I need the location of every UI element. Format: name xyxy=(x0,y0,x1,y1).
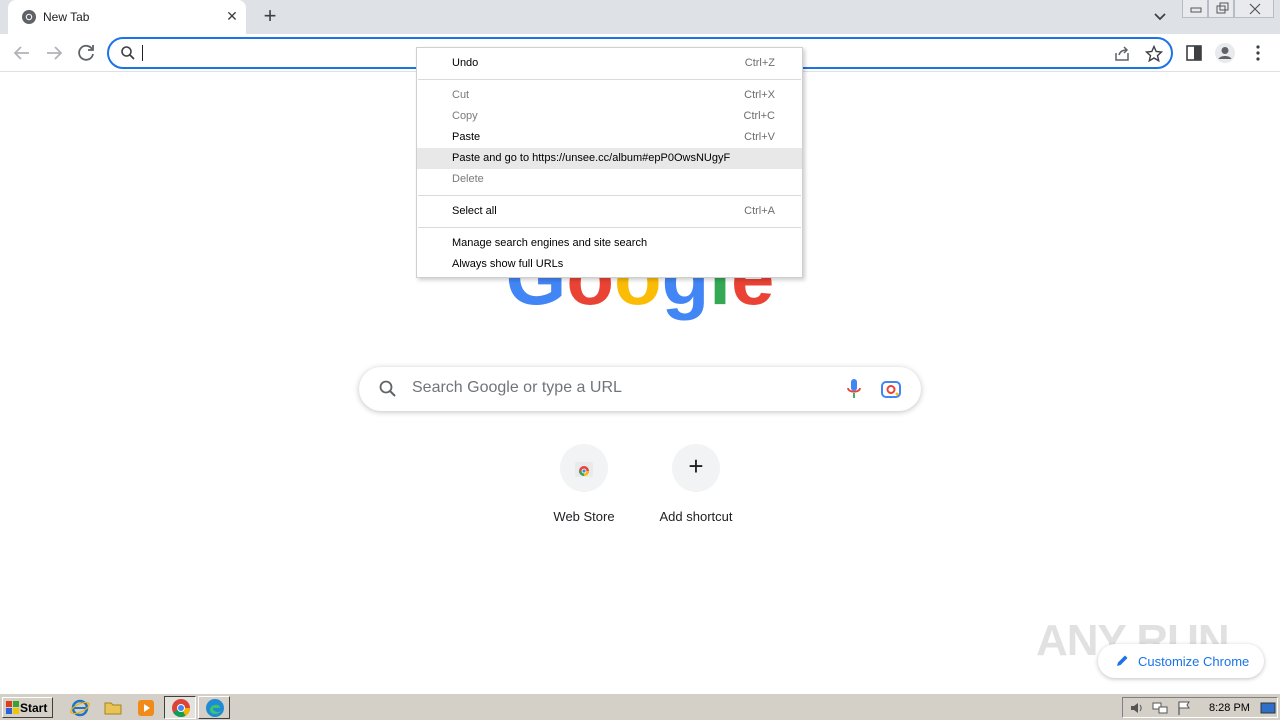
chrome-icon xyxy=(22,10,36,24)
menu-item-delete[interactable]: Delete xyxy=(417,169,802,190)
menu-item-label: Select all xyxy=(452,205,497,217)
back-arrow-icon[interactable] xyxy=(10,41,34,65)
close-icon[interactable] xyxy=(1234,0,1274,18)
menu-item-label: Undo xyxy=(452,57,479,69)
more-menu-icon[interactable] xyxy=(1247,42,1269,64)
shortcut-tile: + xyxy=(672,444,720,492)
search-icon xyxy=(379,380,396,397)
tab-close-icon[interactable]: ✕ xyxy=(224,8,240,24)
clock: 8:28 PM xyxy=(1209,702,1250,714)
windows-logo-icon xyxy=(6,701,19,714)
web-store-icon xyxy=(575,462,593,477)
menu-item-always-show-full-urls[interactable]: Always show full URLs xyxy=(417,254,802,275)
menu-item-shortcut: Ctrl+C xyxy=(743,110,775,122)
tab-title: New Tab xyxy=(43,10,90,24)
volume-icon[interactable] xyxy=(1128,700,1144,716)
pencil-icon xyxy=(1117,655,1128,666)
menu-separator xyxy=(418,195,801,196)
menu-item-paste[interactable]: Paste Ctrl+V xyxy=(417,127,802,148)
system-tray: 8:28 PM xyxy=(1122,697,1278,718)
side-panel-icon[interactable] xyxy=(1183,42,1205,64)
menu-item-label: Paste and go to https://unsee.cc/album#e… xyxy=(452,152,731,164)
shortcut-label: Web Store xyxy=(553,509,615,524)
taskbar-edge-button[interactable] xyxy=(198,696,230,719)
microphone-icon[interactable] xyxy=(845,378,863,400)
edge-icon xyxy=(206,699,224,717)
google-lens-icon[interactable] xyxy=(880,378,902,400)
media-player-icon[interactable] xyxy=(136,698,156,718)
reload-icon[interactable] xyxy=(74,41,98,65)
restore-icon[interactable] xyxy=(1208,0,1234,18)
menu-item-paste-and-go[interactable]: Paste and go to https://unsee.cc/album#e… xyxy=(417,148,802,169)
menu-separator xyxy=(418,79,801,80)
menu-item-undo[interactable]: Undo Ctrl+Z xyxy=(417,53,802,74)
tab-strip: New Tab ✕ + xyxy=(0,0,1280,34)
menu-item-label: Cut xyxy=(452,89,470,101)
menu-item-shortcut: Ctrl+A xyxy=(744,205,775,217)
profile-avatar-icon[interactable] xyxy=(1214,42,1236,64)
customize-chrome-button[interactable]: Customize Chrome xyxy=(1098,644,1264,678)
start-button[interactable]: Start xyxy=(2,697,53,718)
minimize-icon[interactable] xyxy=(1182,0,1208,18)
network-icon[interactable] xyxy=(1152,700,1168,716)
show-desktop-icon[interactable] xyxy=(1260,700,1276,716)
menu-item-label: Delete xyxy=(452,173,484,185)
ie-icon[interactable] xyxy=(70,698,90,718)
share-icon[interactable] xyxy=(1113,45,1131,63)
flag-icon[interactable] xyxy=(1176,700,1192,716)
menu-item-label: Paste xyxy=(452,131,481,143)
text-caret xyxy=(142,45,143,61)
menu-item-manage-search-engines[interactable]: Manage search engines and site search xyxy=(417,233,802,254)
google-search-box[interactable]: Search Google or type a URL xyxy=(359,367,921,411)
menu-item-label: Always show full URLs xyxy=(452,258,564,270)
menu-item-select-all[interactable]: Select all Ctrl+A xyxy=(417,201,802,222)
menu-item-shortcut: Ctrl+Z xyxy=(744,57,775,69)
customize-chrome-label: Customize Chrome xyxy=(1138,654,1250,669)
bookmark-star-icon[interactable] xyxy=(1145,45,1163,63)
forward-arrow-icon[interactable] xyxy=(42,41,66,65)
menu-item-label: Copy xyxy=(452,110,478,122)
menu-item-shortcut: Ctrl+V xyxy=(744,131,775,143)
shortcut-web-store[interactable]: Web Store xyxy=(528,444,640,534)
search-icon xyxy=(121,46,135,60)
plus-icon: + xyxy=(688,451,704,481)
search-placeholder: Search Google or type a URL xyxy=(412,379,622,396)
shortcut-label: Add shortcut xyxy=(659,509,733,524)
menu-item-label: Manage search engines and site search xyxy=(452,237,648,249)
new-tab-button[interactable]: + xyxy=(258,5,282,29)
menu-item-shortcut: Ctrl+X xyxy=(744,89,775,101)
context-menu: Undo Ctrl+Z Cut Ctrl+X Copy Ctrl+C Paste… xyxy=(416,47,803,278)
menu-item-cut[interactable]: Cut Ctrl+X xyxy=(417,85,802,106)
tab-new-tab[interactable]: New Tab ✕ xyxy=(8,0,246,34)
shortcut-add[interactable]: + Add shortcut xyxy=(640,444,752,534)
chrome-icon xyxy=(172,699,190,718)
taskbar-chrome-button[interactable] xyxy=(164,696,196,719)
folder-icon[interactable] xyxy=(103,698,123,718)
taskbar: Start 8:28 PM xyxy=(0,693,1280,720)
start-label: Start xyxy=(20,701,48,715)
shortcut-tile xyxy=(560,444,608,492)
menu-separator xyxy=(418,227,801,228)
menu-item-copy[interactable]: Copy Ctrl+C xyxy=(417,106,802,127)
chevron-down-icon[interactable] xyxy=(1150,8,1170,26)
